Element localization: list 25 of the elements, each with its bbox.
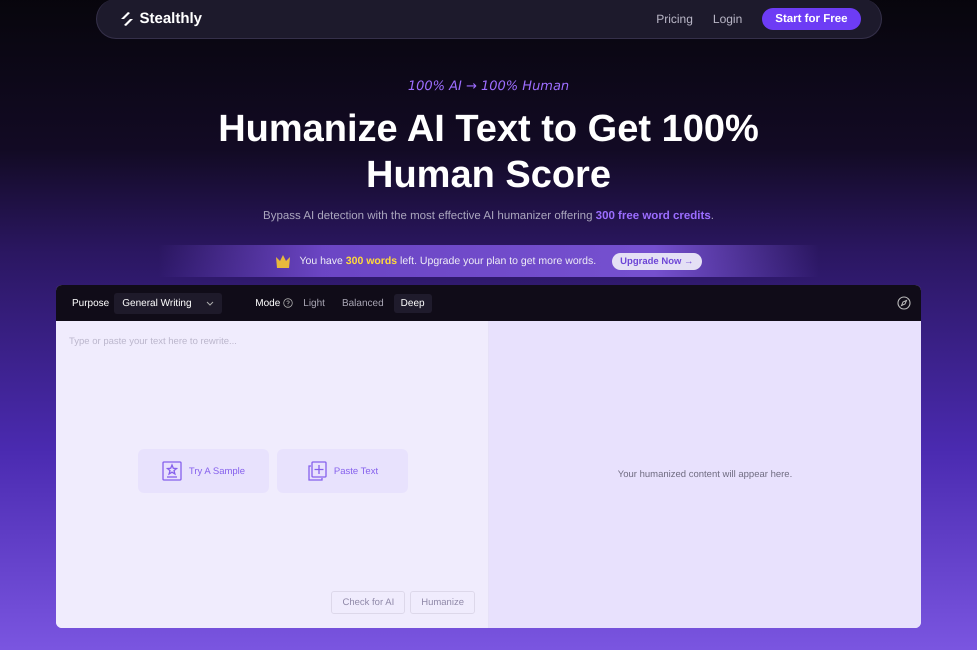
nav-link[interactable]: Pricing	[656, 12, 693, 26]
help-icon	[283, 298, 294, 308]
upgrade-button[interactable]: Upgrade Now →	[612, 252, 702, 270]
mode-label: Mode	[255, 298, 280, 308]
hero-subtitle: Bypass AI detection with the most effective AI humanizer offering 300 free word credits.	[263, 210, 714, 222]
logo-icon	[118, 10, 134, 26]
nav-link[interactable]: Login	[712, 12, 742, 26]
output-placeholder: Your humanized content will appear here.	[618, 469, 792, 480]
start-button[interactable]: Start for Free	[762, 8, 860, 30]
star-card-icon	[162, 461, 182, 481]
purpose-label: Purpose	[72, 298, 110, 308]
crown-icon	[275, 254, 292, 268]
mode-tab[interactable]: Deep	[394, 294, 432, 312]
credits-text: You have 300 words left. Upgrade your plan to get more words.	[299, 255, 596, 267]
paste-button[interactable]: Paste Text	[277, 449, 408, 493]
brand-name[interactable]: Stealthly	[140, 10, 202, 27]
mode-tab[interactable]: Balanced	[334, 294, 391, 312]
mode-tab[interactable]: Light	[296, 294, 332, 312]
output-field[interactable]: Your humanized content will appear here.	[489, 321, 921, 628]
sample-button[interactable]: Try A Sample	[138, 449, 269, 493]
hero-title: Humanize AI Text to Get 100% Human Score	[217, 107, 760, 198]
tagline: 100% AI → 100% Human	[408, 79, 570, 94]
paste-icon	[306, 461, 327, 481]
compass-icon[interactable]	[897, 296, 911, 310]
purpose-dropdown[interactable]: General Writing	[114, 292, 222, 314]
